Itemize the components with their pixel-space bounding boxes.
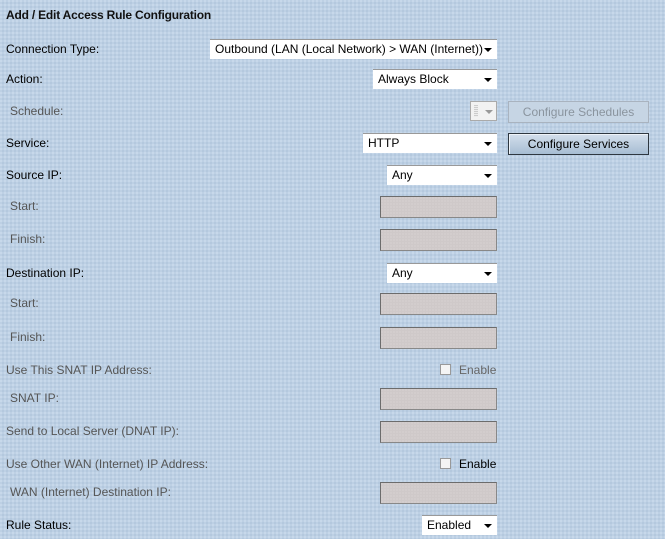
connection-type-row: Connection Type: Outbound (LAN (Local Ne… bbox=[0, 39, 665, 61]
rule-status-label: Rule Status: bbox=[6, 518, 72, 532]
action-value: Always Block bbox=[378, 72, 449, 86]
service-select[interactable]: HTTP bbox=[363, 133, 497, 153]
destination-ip-row: Destination IP: Any bbox=[0, 263, 665, 285]
source-ip-start-input[interactable] bbox=[380, 196, 497, 218]
snat-row: Use This SNAT IP Address: Enable bbox=[0, 360, 665, 382]
destination-ip-start-input[interactable] bbox=[380, 293, 497, 315]
page-title: Add / Edit Access Rule Configuration bbox=[6, 8, 212, 22]
connection-type-value: Outbound (LAN (Local Network) > WAN (Int… bbox=[215, 42, 483, 56]
snat-label: Use This SNAT IP Address: bbox=[6, 363, 152, 377]
other-wan-enable-checkbox[interactable] bbox=[440, 458, 451, 469]
source-ip-start-label: Start: bbox=[10, 199, 39, 213]
schedule-row: Schedule: Configure Schedules bbox=[0, 101, 665, 123]
snat-ip-row: SNAT IP: bbox=[0, 388, 665, 410]
schedule-label: Schedule: bbox=[10, 104, 64, 118]
action-select[interactable]: Always Block bbox=[373, 69, 497, 89]
chevron-down-icon bbox=[484, 272, 492, 276]
wan-destination-ip-label: WAN (Internet) Destination IP: bbox=[10, 485, 171, 499]
chevron-down-icon bbox=[484, 48, 492, 52]
configure-schedules-button[interactable]: Configure Schedules bbox=[508, 101, 649, 123]
action-label: Action: bbox=[6, 72, 43, 86]
other-wan-row: Use Other WAN (Internet) IP Address: Ena… bbox=[0, 454, 665, 476]
action-row: Action: Always Block bbox=[0, 69, 665, 91]
chevron-down-icon bbox=[484, 78, 492, 82]
service-value: HTTP bbox=[368, 136, 400, 150]
source-ip-start-row: Start: bbox=[0, 196, 665, 218]
dnat-row: Send to Local Server (DNAT IP): bbox=[0, 421, 665, 443]
destination-ip-start-label: Start: bbox=[10, 296, 39, 310]
configure-services-button[interactable]: Configure Services bbox=[508, 133, 649, 155]
chevron-down-icon bbox=[484, 142, 492, 146]
source-ip-select[interactable]: Any bbox=[387, 165, 497, 185]
wan-destination-ip-input[interactable] bbox=[380, 482, 497, 504]
schedule-select[interactable] bbox=[470, 101, 497, 121]
rule-status-value: Enabled bbox=[427, 518, 472, 532]
destination-ip-value: Any bbox=[392, 266, 413, 280]
dnat-ip-input[interactable] bbox=[380, 421, 497, 443]
snat-enable-label: Enable bbox=[459, 363, 497, 377]
destination-ip-start-row: Start: bbox=[0, 293, 665, 315]
source-ip-finish-label: Finish: bbox=[10, 232, 46, 246]
destination-ip-label: Destination IP: bbox=[6, 266, 85, 280]
source-ip-row: Source IP: Any bbox=[0, 165, 665, 187]
service-label: Service: bbox=[6, 136, 50, 150]
destination-ip-finish-input[interactable] bbox=[380, 327, 497, 349]
grip-icon bbox=[474, 105, 478, 117]
snat-ip-label: SNAT IP: bbox=[10, 391, 59, 405]
source-ip-finish-input[interactable] bbox=[380, 229, 497, 251]
source-ip-label: Source IP: bbox=[6, 168, 63, 182]
snat-ip-input[interactable] bbox=[380, 388, 497, 410]
connection-type-label: Connection Type: bbox=[6, 42, 100, 56]
snat-enable-checkbox[interactable] bbox=[440, 364, 451, 375]
dnat-label: Send to Local Server (DNAT IP): bbox=[6, 424, 179, 438]
chevron-down-icon bbox=[484, 524, 492, 528]
destination-ip-finish-label: Finish: bbox=[10, 330, 46, 344]
rule-status-row: Rule Status: Enabled bbox=[0, 515, 665, 537]
destination-ip-select[interactable]: Any bbox=[387, 263, 497, 283]
chevron-down-icon bbox=[484, 174, 492, 178]
chevron-down-icon bbox=[485, 110, 493, 114]
wan-destination-ip-row: WAN (Internet) Destination IP: bbox=[0, 482, 665, 504]
rule-status-select[interactable]: Enabled bbox=[422, 515, 497, 535]
source-ip-value: Any bbox=[392, 168, 413, 182]
connection-type-select[interactable]: Outbound (LAN (Local Network) > WAN (Int… bbox=[210, 39, 497, 59]
service-row: Service: HTTP Configure Services bbox=[0, 133, 665, 155]
other-wan-label: Use Other WAN (Internet) IP Address: bbox=[6, 457, 209, 471]
destination-ip-finish-row: Finish: bbox=[0, 327, 665, 349]
other-wan-enable-label: Enable bbox=[459, 457, 497, 471]
source-ip-finish-row: Finish: bbox=[0, 229, 665, 251]
